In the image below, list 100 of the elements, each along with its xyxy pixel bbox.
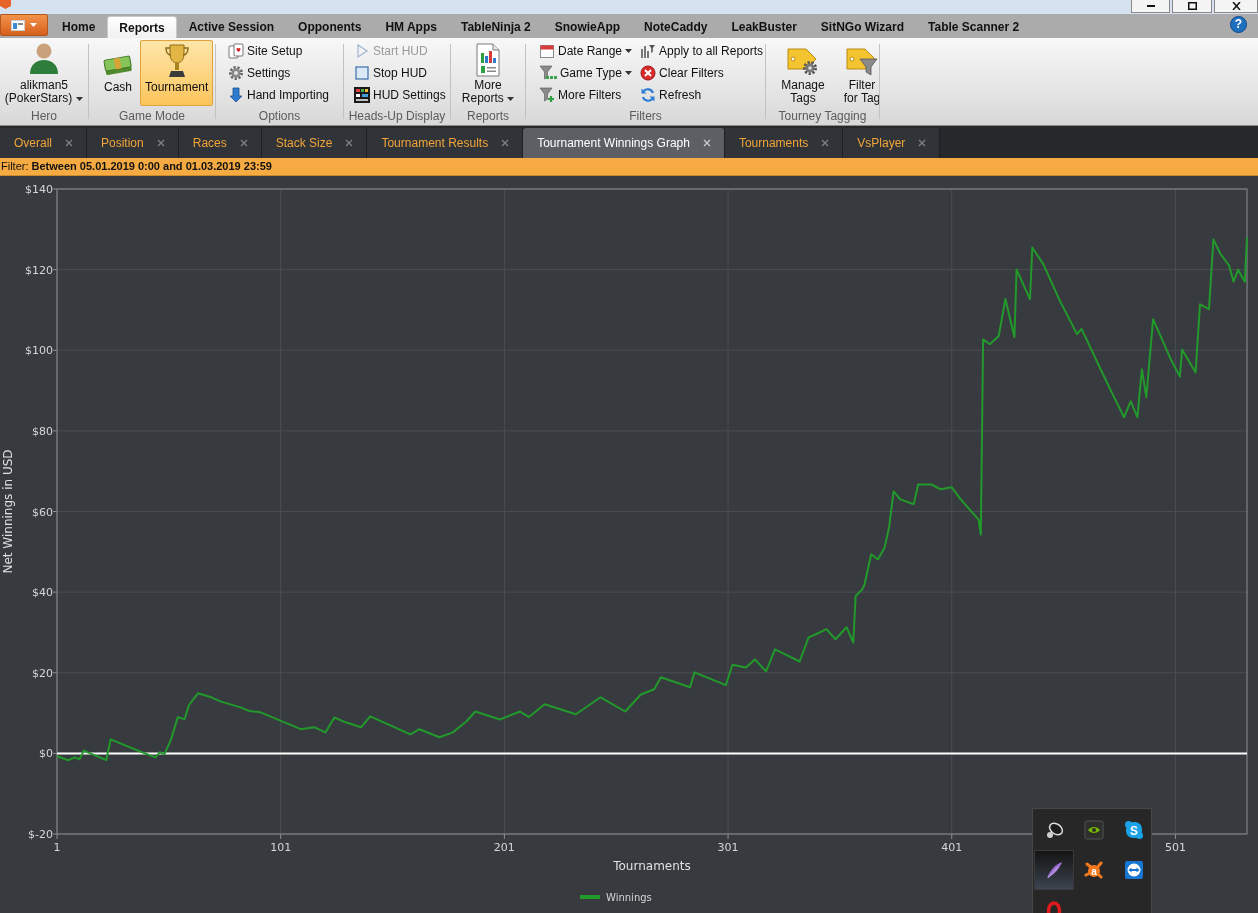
refresh-icon [640, 87, 657, 103]
report-tab[interactable]: Overall [0, 128, 87, 158]
close-icon[interactable] [918, 139, 927, 147]
filter-bar: Filter: Between 05.01.2019 0:00 and 01.03.2019 23:59 [0, 158, 1258, 176]
close-icon[interactable] [501, 139, 510, 147]
bar-chart-funnel-icon [640, 43, 657, 59]
x-tick-label: 201 [493, 841, 515, 854]
group-label: Filters [628, 108, 663, 124]
group-label: Heads-Up Display [347, 108, 447, 124]
y-tick-label: $20 [32, 666, 53, 680]
menu-tab[interactable]: HM Apps [373, 16, 449, 38]
axis-title: Net Winnings in USD [1, 449, 15, 574]
ribbon-button[interactable]: Apply to all Reports [637, 40, 767, 62]
square-icon [354, 65, 370, 81]
clear-icon [640, 65, 657, 81]
ribbon-button[interactable]: Filter for Tag [836, 40, 888, 106]
menu-tab[interactable]: LeakBuster [719, 16, 809, 38]
y-tick-label: $80 [32, 424, 53, 438]
caret-icon [30, 23, 37, 27]
cards-icon [228, 43, 244, 59]
ribbon-button[interactable]: Date Range [536, 40, 636, 62]
x-tick-label: 401 [941, 841, 963, 854]
report-tab[interactable]: Tournament Results [367, 128, 524, 158]
ribbon-button[interactable]: Cash [97, 40, 139, 106]
play-icon [354, 43, 370, 59]
menu-tab[interactable]: Opponents [286, 16, 374, 38]
group-label: Game Mode [118, 108, 186, 124]
ring-icon [1046, 900, 1062, 913]
menu-tab[interactable]: Table Scanner 2 [916, 16, 1032, 38]
ribbon-button[interactable]: More Reports [455, 40, 521, 106]
app-menu-button[interactable] [0, 14, 48, 36]
menu-tab[interactable]: TableNinja 2 [448, 16, 543, 38]
eye-logo-icon [1084, 820, 1104, 840]
report-tab[interactable]: Tournaments [724, 128, 844, 158]
legend-label: Winnings [606, 892, 652, 903]
close-icon[interactable] [65, 139, 73, 147]
menu-tab[interactable]: Home [50, 16, 108, 38]
hero-selector[interactable]: alikman5 (PokerStars) [1, 40, 87, 106]
arrows-logo-icon [1124, 860, 1144, 880]
group-label: Hero [30, 108, 58, 124]
stats-grid-icon [354, 87, 370, 103]
funnel-grid-icon [539, 65, 557, 81]
x-tick-label: 501 [1164, 841, 1186, 854]
axis-title: Tournaments [613, 859, 691, 873]
help-button[interactable]: ? [1230, 16, 1247, 33]
close-icon [1231, 2, 1241, 10]
y-tick-label: $120 [25, 263, 53, 277]
close-icon[interactable] [702, 139, 711, 147]
y-tick-label: $-20 [28, 828, 53, 841]
report-tab[interactable]: Tournament Winnings Graph [523, 128, 725, 158]
ribbon-button[interactable]: HUD Settings [351, 84, 449, 106]
cloud-logo-icon: S [1124, 820, 1144, 840]
dish-icon [1044, 820, 1064, 840]
menu-tab[interactable]: NoteCaddy [632, 16, 720, 38]
ribbon-button[interactable]: Manage Tags [774, 40, 832, 106]
app-logo-icon [0, 0, 11, 9]
maximize-icon [1187, 2, 1197, 10]
y-tick-label: $40 [32, 586, 53, 600]
menu-tab[interactable]: SitNGo Wizard [808, 16, 917, 38]
window-icon [11, 19, 25, 31]
report-tab[interactable]: VsPlayer [843, 128, 941, 158]
report-tab[interactable]: Position [87, 128, 179, 158]
ribbon-button[interactable]: Stop HUD [351, 62, 449, 84]
close-icon[interactable] [239, 139, 248, 147]
calendar-icon [539, 43, 555, 59]
avatar-icon [29, 42, 59, 74]
ribbon-button[interactable]: Settings [225, 62, 333, 84]
ribbon-button[interactable]: Game Type [536, 62, 636, 84]
y-tick-label: $0 [39, 747, 53, 761]
close-icon[interactable] [156, 139, 165, 147]
ribbon-button[interactable]: Hand Importing [225, 84, 333, 106]
x-tick-label: 301 [717, 841, 739, 854]
arrow-down-icon [228, 87, 244, 103]
x-tick-label: 101 [270, 841, 292, 854]
y-tick-label: $100 [25, 344, 53, 358]
report-tab[interactable]: Races [178, 128, 262, 158]
x-tick-label: 1 [53, 841, 61, 854]
feather-icon [1044, 860, 1064, 880]
close-button[interactable] [1214, 0, 1258, 13]
maximize-button[interactable] [1172, 0, 1212, 13]
ribbon-button[interactable]: Site Setup [225, 40, 333, 62]
minimize-button[interactable] [1131, 0, 1170, 13]
gear-icon [228, 65, 244, 81]
group-label: Tourney Tagging [777, 108, 868, 124]
menu-tab[interactable]: SnowieApp [542, 16, 633, 38]
ribbon-button[interactable]: Tournament [140, 40, 214, 106]
y-tick-label: $140 [25, 183, 53, 196]
report-document-icon [474, 43, 502, 77]
funnel-plus-icon [539, 87, 555, 103]
ribbon-button[interactable]: More Filters [536, 84, 636, 106]
menu-tab[interactable]: Active Session [176, 16, 287, 38]
close-icon[interactable] [345, 139, 354, 147]
group-label: Reports [466, 108, 510, 124]
y-tick-label: $60 [32, 505, 53, 519]
minimize-icon [1146, 5, 1155, 7]
ribbon-button[interactable]: Refresh [637, 84, 767, 106]
group-label: Options [257, 108, 302, 124]
report-tab[interactable]: Stack Size [261, 128, 368, 158]
close-icon[interactable] [821, 139, 830, 147]
menu-tab[interactable]: Reports [107, 16, 177, 38]
